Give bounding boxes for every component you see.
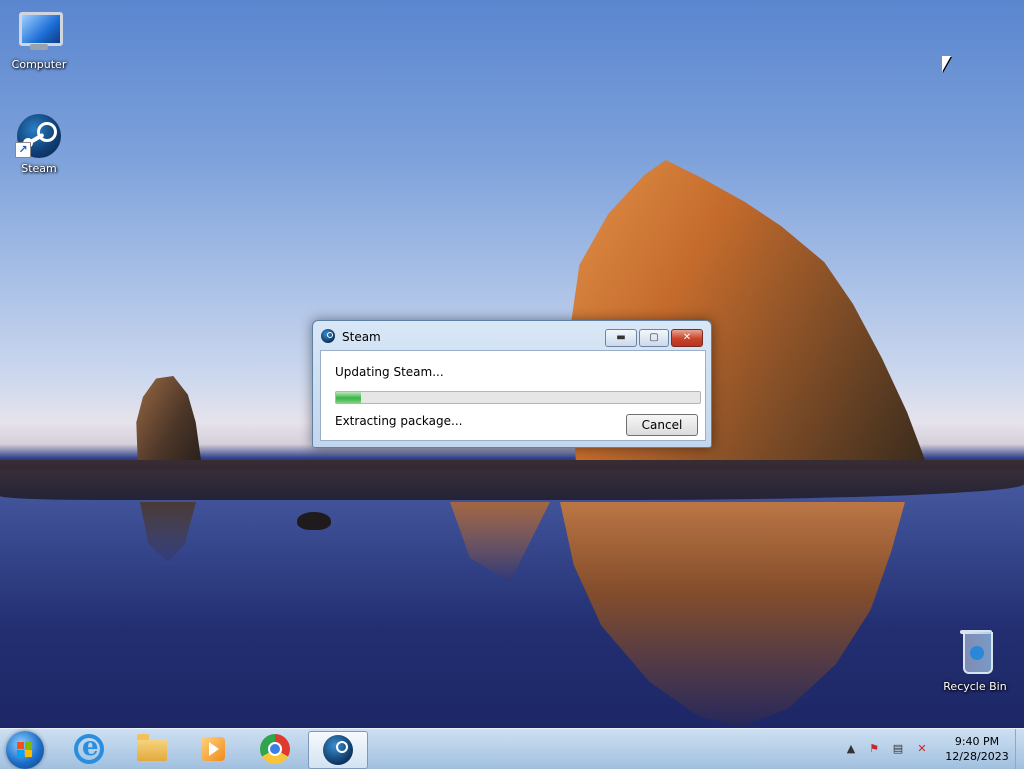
beach-pebble [297,512,331,530]
desktop: Computer ↗ Steam Recycle Bin Steam ▬ ▢ ✕… [0,0,1024,728]
clock[interactable]: 9:40 PM 12/28/2023 [936,734,1018,764]
cancel-button[interactable]: Cancel [626,414,698,436]
taskbar-item-file-explorer[interactable] [122,731,180,767]
internet-explorer-icon [74,732,104,764]
progress-bar-fill [336,392,362,403]
window-title: Steam [342,330,381,344]
clock-time: 9:40 PM [954,735,1000,748]
steam-update-window[interactable]: Steam ▬ ▢ ✕ Updating Steam... Extracting… [312,320,712,448]
folder-icon [137,734,167,761]
mouse-cursor-icon [942,56,951,72]
desktop-icon-label: Computer [11,58,67,71]
media-player-icon [201,737,225,761]
progress-bar [335,391,701,404]
volume-muted-icon[interactable]: ✕ [914,741,930,757]
windows-logo-icon [17,742,33,758]
maximize-button[interactable]: ▢ [639,329,669,347]
steam-icon [323,735,353,765]
taskbar: ▲ ⚑ ▤ ✕ 9:40 PM 12/28/2023 [0,728,1024,769]
taskbar-item-chrome[interactable] [246,731,304,767]
window-titlebar[interactable]: Steam ▬ ▢ ✕ [313,321,711,349]
clock-date: 12/28/2023 [945,750,1009,763]
chrome-icon [260,734,290,764]
system-tray: ▲ ⚑ ▤ ✕ 9:40 PM 12/28/2023 [840,729,1024,769]
close-button[interactable]: ✕ [671,329,703,347]
desktop-icon-steam[interactable]: ↗ Steam [1,112,77,175]
desktop-icon-label: Recycle Bin [943,680,1007,693]
minimize-icon: ▬ [616,332,626,343]
start-button[interactable] [6,731,44,769]
desktop-icon-computer[interactable]: Computer [1,8,77,71]
sea-stack-rock [136,376,201,460]
computer-icon [15,8,63,56]
recycle-bin-icon [951,630,999,678]
minimize-button[interactable]: ▬ [605,329,637,347]
desktop-icon-recycle-bin[interactable]: Recycle Bin [937,630,1013,693]
steam-icon: ↗ [15,112,63,160]
steam-icon [321,329,335,343]
show-desktop-button[interactable] [1015,729,1024,769]
window-client-area: Updating Steam... Extracting package... … [320,350,706,441]
beach-shoreline [0,460,1024,500]
taskbar-item-internet-explorer[interactable] [60,731,118,767]
network-icon[interactable]: ▤ [890,741,906,757]
status-text: Updating Steam... [335,365,444,379]
taskbar-item-media-player[interactable] [184,731,242,767]
shortcut-arrow-icon: ↗ [15,142,31,158]
action-center-flag-icon[interactable]: ⚑ [866,741,882,757]
taskbar-item-steam[interactable] [308,731,368,769]
detail-text: Extracting package... [335,414,463,428]
maximize-icon: ▢ [649,332,659,343]
show-hidden-icons-button[interactable]: ▲ [843,741,859,757]
desktop-icon-label: Steam [21,162,57,175]
close-icon: ✕ [682,332,692,343]
